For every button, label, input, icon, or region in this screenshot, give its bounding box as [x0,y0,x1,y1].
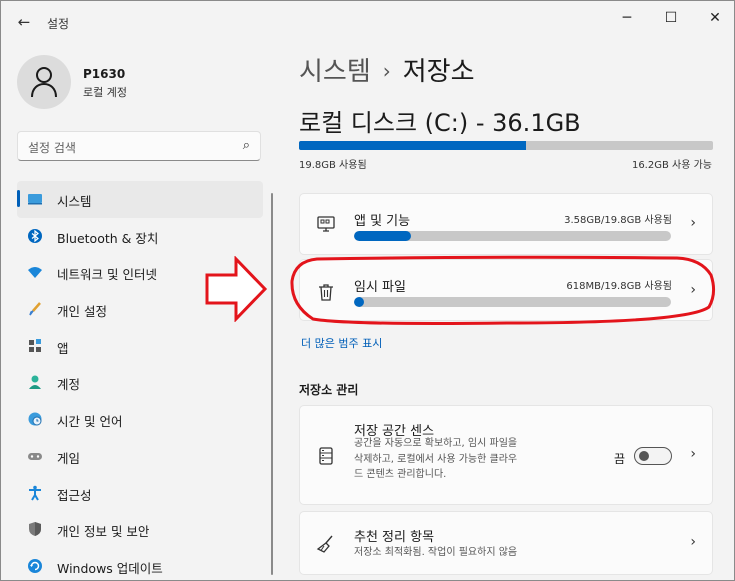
user-name: P1630 [83,67,126,81]
back-arrow-icon[interactable]: ← [13,11,35,33]
app-title: 설정 [47,17,70,31]
maximize-icon[interactable]: ☐ [651,5,691,31]
breadcrumb-parent[interactable]: 시스템 [299,57,371,87]
close-icon[interactable]: ✕ [695,5,735,31]
sidebar-nav: 시스템 Bluetooth & 장치 네트워크 및 인터넷 개인 설정 앱 계정… [17,181,263,581]
category-size: 3.58GB/19.8GB 사용됨 [564,215,672,226]
sidebar-item-label: 개인 설정 [57,304,107,320]
storage-drive-icon [319,447,333,465]
category-usage-bar [354,231,671,241]
apps-features-icon [317,216,335,232]
chevron-right-icon: › [690,215,696,231]
sidebar-item-label: 개인 정보 및 보안 [57,524,150,540]
sidebar-item-label: Bluetooth & 장치 [57,230,159,246]
sidebar-item-windows-update[interactable]: Windows 업데이트 [17,548,263,581]
disk-usage-fill [299,141,526,150]
sidebar-item-label: 앱 [57,340,69,356]
update-icon [28,558,42,573]
search-icon[interactable]: ⌕ [243,138,250,153]
avatar[interactable] [17,55,71,109]
search-input[interactable]: 설정 검색 ⌕ [17,131,261,161]
chevron-right-icon: › [690,446,696,462]
show-more-categories-link[interactable]: 더 많은 범주 표시 [301,335,382,351]
bluetooth-icon [28,228,42,243]
breadcrumb: 시스템 › 저장소 [299,51,475,88]
category-apps-features[interactable]: 앱 및 기능 3.58GB/19.8GB 사용됨 › [299,193,713,255]
recommendations-title: 추천 정리 항목 [354,530,435,545]
red-arrow-icon [205,256,268,322]
sidebar-item-label: 시간 및 언어 [57,414,123,430]
monitor-icon [28,194,42,205]
toggle-state-label: 끔 [614,452,626,466]
sidebar-item-system[interactable]: 시스템 [17,181,263,218]
wifi-icon [28,267,42,279]
disk-used-label: 19.8GB 사용됨 [299,160,367,171]
minimize-icon[interactable]: ─ [607,5,647,31]
sidebar-item-bluetooth[interactable]: Bluetooth & 장치 [17,218,263,255]
storage-sense-card[interactable]: 저장 공간 센스 공간을 자동으로 확보하고, 임시 파일을 삭제하고, 로컬에… [299,405,713,505]
sidebar-item-label: 시스템 [57,194,92,209]
person-icon [31,67,57,98]
shield-icon [29,522,41,537]
gamepad-icon [28,452,42,460]
cleanup-recommendations-card[interactable]: 추천 정리 항목 저장소 최적화됨. 작업이 필요하지 않음 › [299,511,713,575]
sidebar-item-time-language[interactable]: 시간 및 언어 [17,401,263,438]
account-type: 로컬 계정 [83,86,127,99]
red-ellipse-highlight [290,255,716,325]
category-title: 앱 및 기능 [354,214,411,229]
disk-free-label: 16.2GB 사용 가능 [631,160,712,171]
recommendations-description: 저장소 최적화됨. 작업이 필요하지 않음 [354,547,518,558]
search-placeholder: 설정 검색 [28,141,76,155]
sidebar-item-label: 계정 [57,377,81,393]
broom-icon [316,535,333,553]
chevron-right-icon: › [690,534,696,550]
sidebar-item-apps[interactable]: 앱 [17,328,263,365]
chevron-right-icon: › [382,59,391,83]
sidebar-item-gaming[interactable]: 게임 [17,438,263,475]
page-title: 저장소 [402,57,475,87]
storage-sense-description: 공간을 자동으로 확보하고, 임시 파일을 삭제하고, 로컬에서 사용 가능한 … [354,438,518,480]
category-usage-fill [354,231,412,241]
accessibility-icon [29,485,41,501]
sidebar-item-label: 네트워크 및 인터넷 [57,267,157,283]
disk-title: 로컬 디스크 (C:) - 36.1GB [299,109,581,137]
title-bar: ← 설정 ─ ☐ ✕ [1,1,734,43]
brush-icon [29,302,41,316]
disk-usage-bar [299,141,713,150]
toggle-knob [639,451,649,461]
person-icon [29,375,41,390]
storage-sense-toggle[interactable] [634,447,672,465]
sidebar-item-label: 접근성 [57,487,92,503]
sidebar-item-label: 게임 [57,450,81,466]
apps-icon [29,338,41,352]
sidebar-scrollbar[interactable] [271,193,273,575]
sidebar-item-privacy[interactable]: 개인 정보 및 보안 [17,511,263,548]
sidebar-item-accounts[interactable]: 계정 [17,364,263,401]
sidebar-item-accessibility[interactable]: 접근성 [17,475,263,512]
sidebar-item-label: Windows 업데이트 [57,560,163,576]
storage-management-heading: 저장소 관리 [299,383,359,397]
clock-globe-icon [28,412,42,426]
